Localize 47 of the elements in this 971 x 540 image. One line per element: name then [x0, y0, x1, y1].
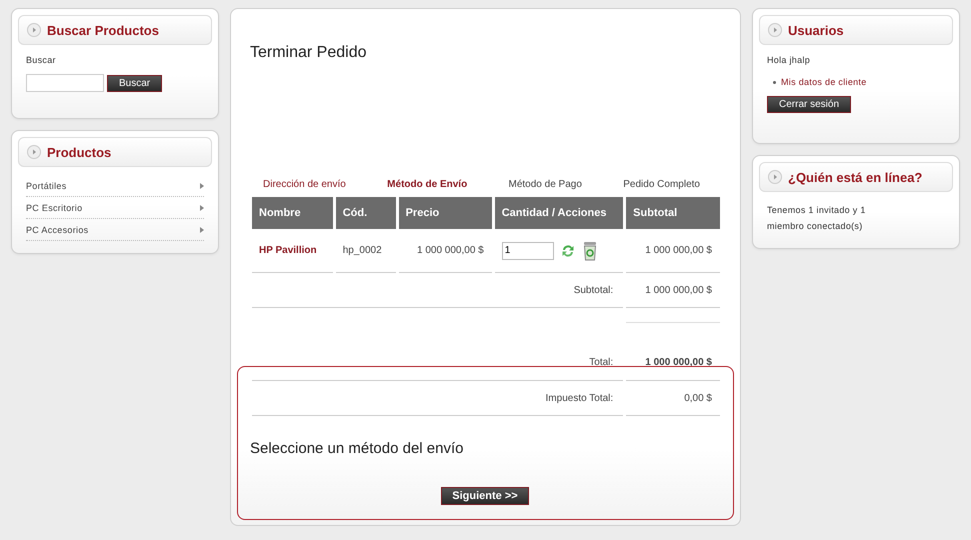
checkout-step-tab[interactable]: Dirección de envío: [263, 179, 346, 193]
logout-button[interactable]: Cerrar sesión: [767, 96, 852, 113]
category-link[interactable]: Portátiles: [26, 181, 67, 191]
section-heading: Seleccione un método del envío: [250, 440, 464, 457]
refresh-icon[interactable]: [560, 242, 576, 258]
checkout-step-tab[interactable]: Método de Envío: [387, 179, 468, 193]
checkout-step-tab[interactable]: Pedido Completo: [623, 179, 700, 193]
column-header: Subtotal: [626, 197, 720, 229]
product-name-link[interactable]: HP Pavillion: [252, 229, 333, 273]
customer-data-link[interactable]: Mis datos de cliente: [781, 77, 867, 87]
caret-icon: [200, 205, 204, 211]
search-label: Buscar: [26, 55, 57, 65]
table-cell: hp_0002: [336, 229, 396, 273]
table-cell: 1 000 000,00 $: [626, 229, 720, 273]
quantity-field[interactable]: 1: [502, 242, 554, 260]
box-title: Buscar Productos: [47, 22, 159, 38]
online-status-text: Tenemos 1 invitado y 1 miembro conectado(s): [767, 204, 867, 233]
arrow-circle-icon: [27, 23, 41, 37]
page-title: Terminar Pedido: [250, 44, 368, 63]
total-label: Subtotal:: [252, 273, 624, 308]
table-cell: 1 000 000,00 $: [398, 229, 492, 273]
next-button[interactable]: Siguiente >>: [441, 487, 529, 505]
recycle-bin-icon[interactable]: [582, 240, 598, 260]
caret-icon: [200, 227, 204, 233]
column-header: Cantidad / Acciones: [494, 197, 624, 229]
total-label: Total:: [252, 323, 624, 381]
arrow-circle-icon: [768, 23, 782, 37]
greeting-text: Hola jhalp: [767, 55, 812, 65]
checkout-step-tab[interactable]: Método de Pago: [508, 179, 582, 193]
box-title: Usuarios: [788, 22, 844, 38]
box-title: ¿Quién está en línea?: [788, 170, 922, 184]
search-field[interactable]: [26, 74, 104, 92]
arrow-circle-icon: [768, 170, 782, 184]
total-value: 1 000 000,00 $: [626, 273, 720, 308]
arrow-circle-icon: [27, 145, 41, 159]
bullet-icon: [773, 80, 776, 84]
column-header: Nombre: [252, 197, 333, 229]
box-title: Productos: [47, 144, 112, 160]
caret-icon: [200, 183, 204, 189]
category-link[interactable]: PC Accesorios: [26, 225, 88, 235]
column-header: Cód.: [336, 197, 396, 229]
category-link[interactable]: PC Escritorio: [26, 203, 82, 213]
total-value: 0,00 $: [626, 381, 720, 416]
search-button[interactable]: Buscar: [107, 74, 162, 92]
column-header: Precio: [398, 197, 492, 229]
total-value: 1 000 000,00 $: [626, 323, 720, 381]
total-label: Impuesto Total:: [252, 381, 624, 416]
